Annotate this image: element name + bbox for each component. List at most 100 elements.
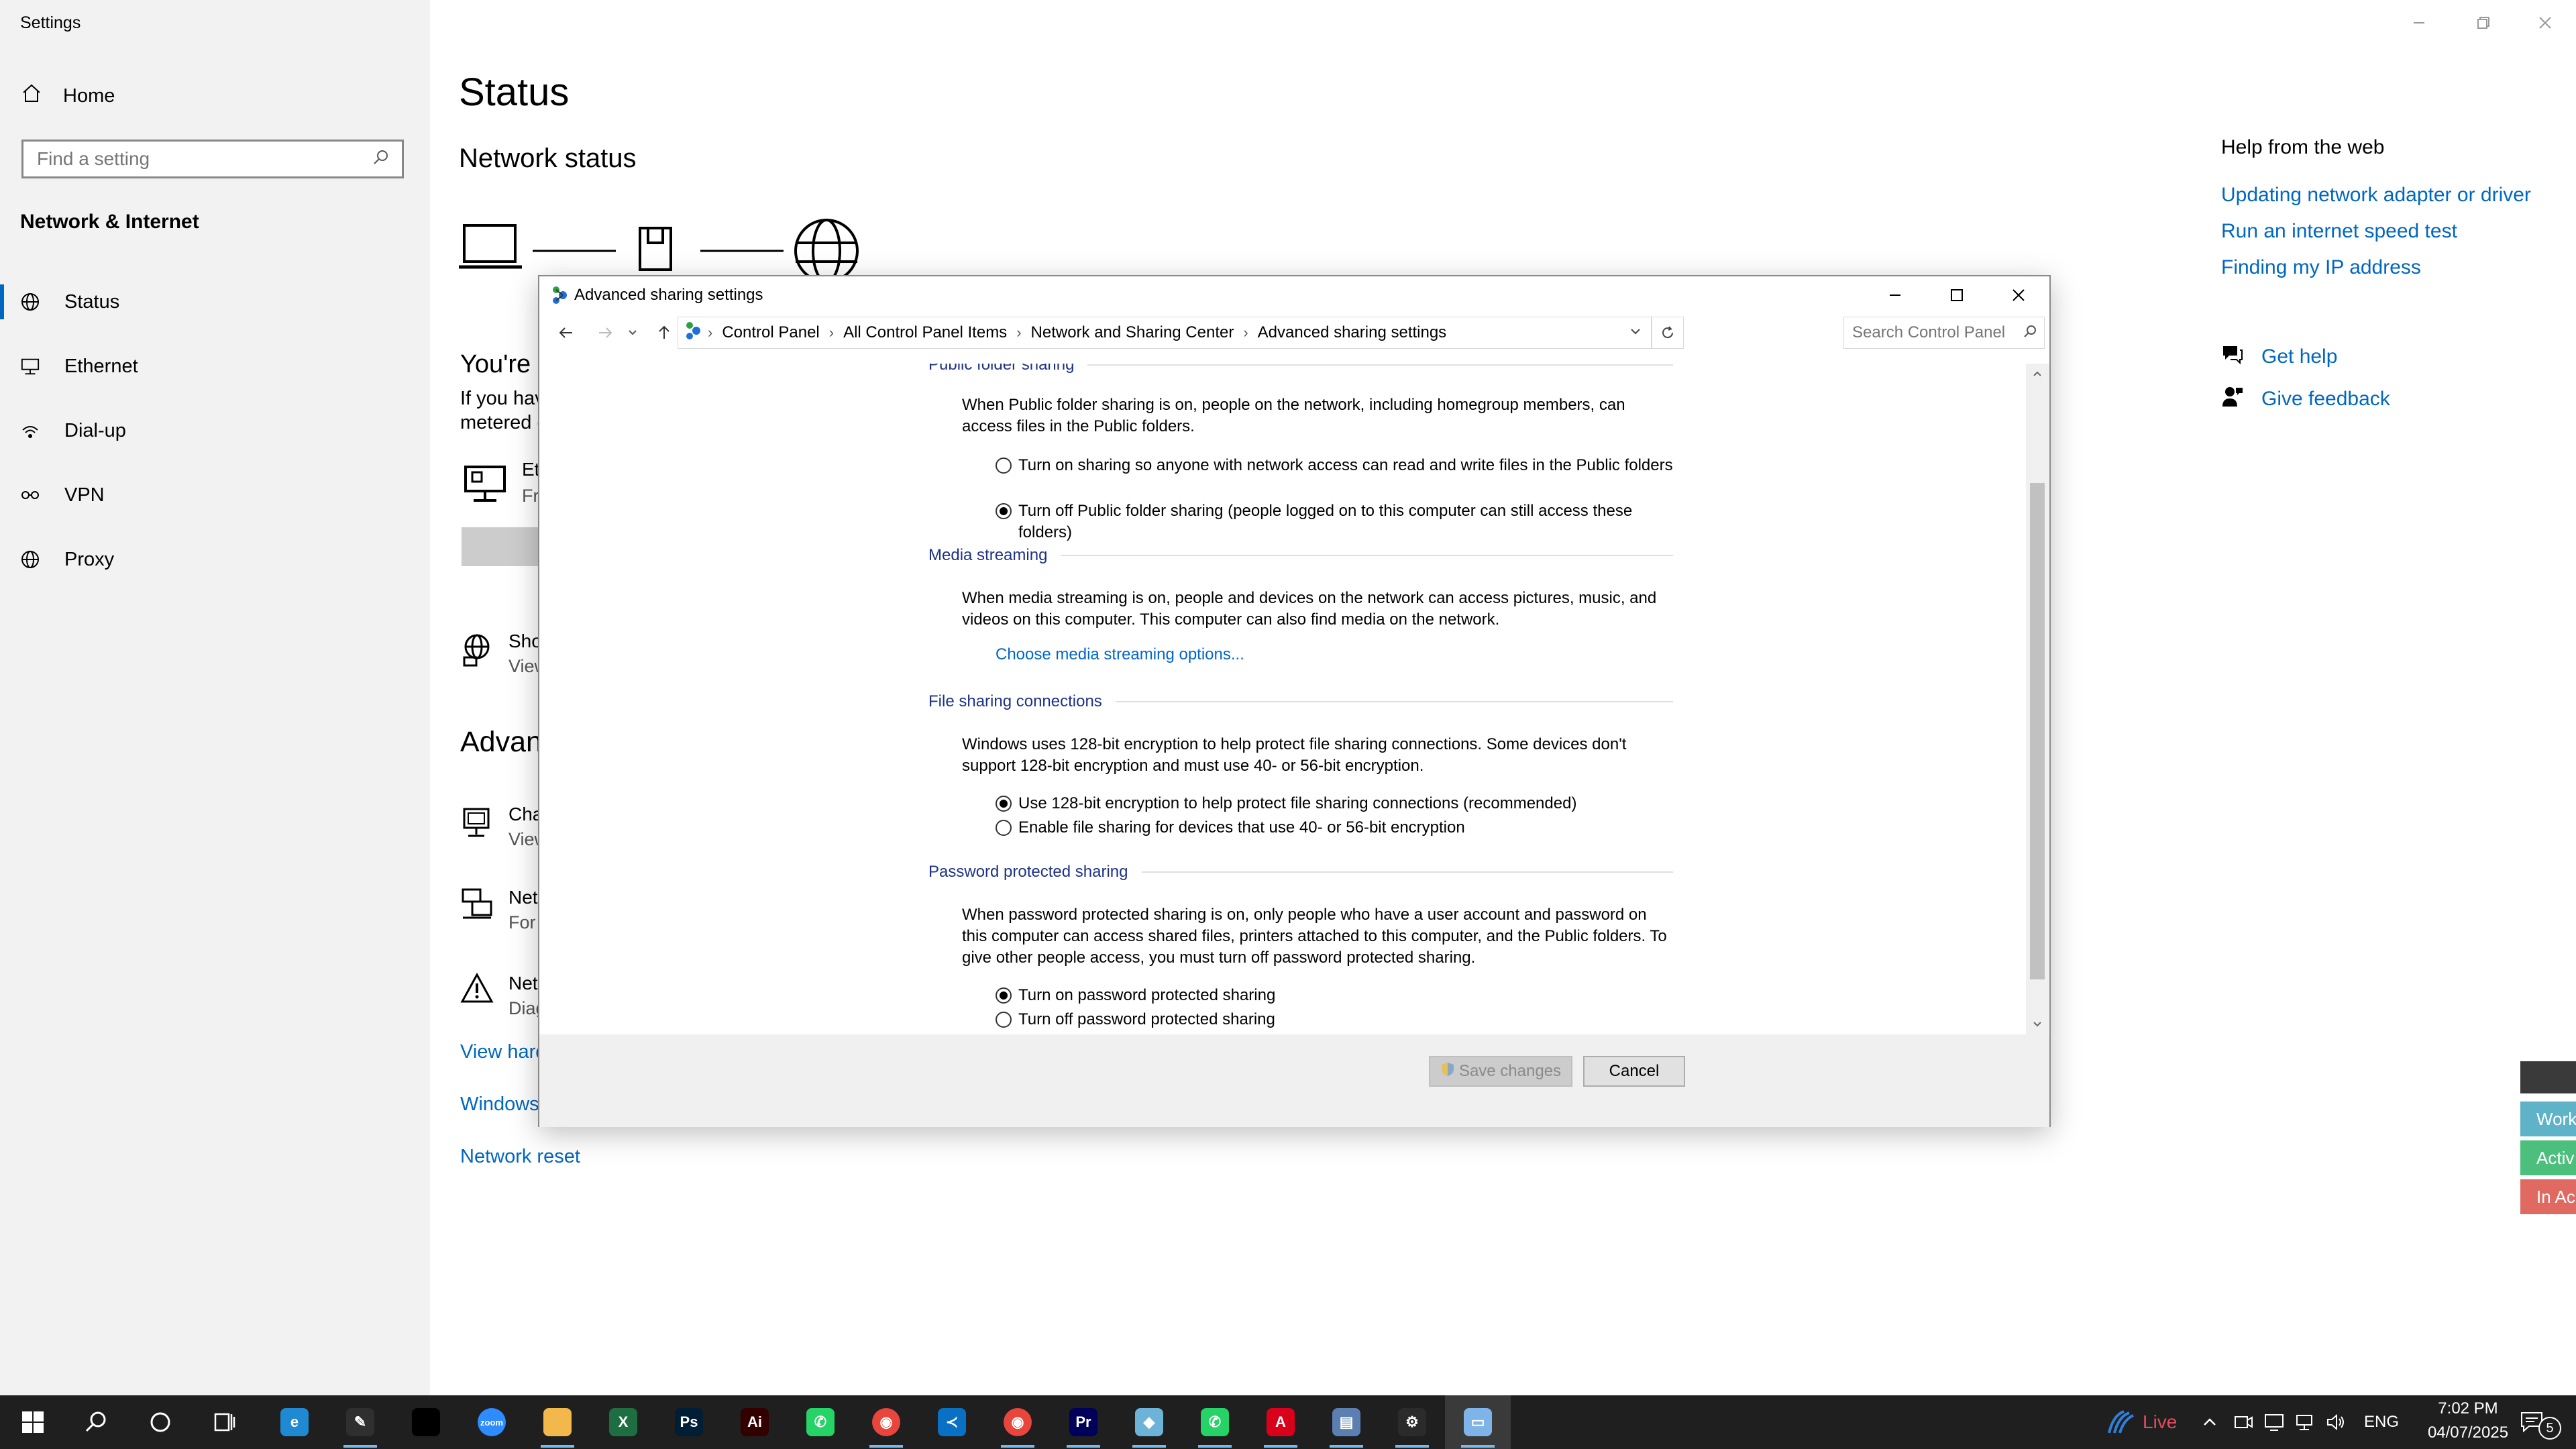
dialog-maximize-button[interactable] <box>1927 279 1987 311</box>
tray-icon-network[interactable] <box>2294 1411 2316 1436</box>
control-panel-search[interactable] <box>1843 317 2045 349</box>
chevron-right-icon: › <box>708 324 713 341</box>
language-indicator[interactable]: ENG <box>2364 1413 2399 1432</box>
address-dropdown-button[interactable] <box>1629 323 1642 342</box>
side-tab-inactive[interactable]: In Ac <box>2520 1179 2576 1214</box>
taskbar-app-pen[interactable]: ✎ <box>327 1395 393 1449</box>
dialog-minimize-button[interactable] <box>1865 279 1925 311</box>
cortana-button[interactable] <box>127 1395 193 1449</box>
control-panel-search-input[interactable] <box>1851 323 2008 343</box>
taskbar-app-control-panel[interactable]: ▭ <box>1445 1395 1511 1449</box>
show-networks-title[interactable]: Sho <box>508 631 542 652</box>
radio-button[interactable] <box>996 503 1012 519</box>
radio-128-bit[interactable]: Use 128-bit encryption to help protect f… <box>996 793 1673 814</box>
taskbar-app-explorer[interactable] <box>525 1395 590 1449</box>
tray-icon-screen[interactable] <box>2263 1411 2285 1436</box>
radio-button[interactable] <box>996 796 1012 812</box>
taskbar-app-edge[interactable]: e <box>262 1395 327 1449</box>
dialog-close-button[interactable] <box>1988 279 2049 311</box>
start-button[interactable] <box>0 1395 66 1449</box>
save-changes-button[interactable]: Save changes <box>1429 1056 1572 1087</box>
radio-button[interactable] <box>996 820 1012 836</box>
taskbar-app-vscode[interactable]: ≺ <box>919 1395 985 1449</box>
sidebar-item-vpn[interactable]: VPN <box>20 475 105 515</box>
tray-icon-meet[interactable] <box>2233 1411 2254 1436</box>
restore-button[interactable] <box>2463 9 2504 36</box>
task-view-button[interactable] <box>192 1395 258 1449</box>
action-center-button[interactable]: 5 <box>2520 1410 2561 1440</box>
search-button[interactable] <box>63 1395 129 1449</box>
properties-button[interactable] <box>462 527 538 566</box>
clock-time[interactable]: 7:02 PM <box>2424 1399 2512 1418</box>
sidebar-item-ethernet[interactable]: Ethernet <box>20 346 138 386</box>
live-label: Live <box>2143 1411 2178 1432</box>
sidebar-home[interactable]: Home <box>21 83 115 109</box>
address-bar[interactable]: › Control Panel › All Control Panel Item… <box>678 317 1652 349</box>
radio-label: Turn on password protected sharing <box>1018 986 1276 1004</box>
breadcrumb-control-panel[interactable]: Control Panel <box>722 323 819 342</box>
up-button[interactable] <box>651 319 678 346</box>
forward-button[interactable] <box>592 319 619 346</box>
show-hidden-icons-button[interactable] <box>2200 1410 2219 1438</box>
find-setting-input[interactable] <box>36 148 360 170</box>
view-hardware-link[interactable]: View hard <box>460 1041 546 1063</box>
scroll-thumb[interactable] <box>2030 483 2045 979</box>
scroll-down-button[interactable] <box>2026 1014 2049 1034</box>
minimize-button[interactable] <box>2399 9 2439 36</box>
refresh-button[interactable] <box>1652 317 1684 349</box>
sidebar-item-dialup[interactable]: Dial-up <box>20 411 126 451</box>
taskbar-app-premiere[interactable]: Pr <box>1051 1395 1116 1449</box>
radio-button[interactable] <box>996 458 1012 474</box>
scroll-up-button[interactable] <box>2026 364 2049 384</box>
arrow-up-icon <box>659 325 669 339</box>
radio-public-on[interactable]: Turn on sharing so anyone with network a… <box>996 455 1673 476</box>
clock-date[interactable]: 04/07/2025 <box>2418 1424 2518 1442</box>
radio-40-56-bit[interactable]: Enable file sharing for devices that use… <box>996 817 1673 839</box>
radio-password-off[interactable]: Turn off password protected sharing <box>996 1009 1673 1030</box>
sharing-center-title[interactable]: Net <box>508 887 538 908</box>
help-link-speed-test[interactable]: Run an internet speed test <box>2221 220 2457 243</box>
tray-icon-volume[interactable] <box>2325 1411 2347 1436</box>
windows-firewall-link[interactable]: Windows <box>460 1093 539 1116</box>
give-feedback-link[interactable]: Give feedback <box>2221 385 2390 413</box>
search-icon <box>85 1411 106 1432</box>
taskbar-app-whatsapp-green[interactable]: ✆ <box>788 1395 853 1449</box>
taskbar-app-acrobat[interactable]: A <box>1248 1395 1313 1449</box>
taskbar-app-dialog-app[interactable]: ▤ <box>1313 1395 1379 1449</box>
cancel-button[interactable]: Cancel <box>1583 1056 1685 1087</box>
recent-locations-button[interactable] <box>623 319 643 346</box>
troubleshooter-title[interactable]: Net <box>508 973 538 994</box>
help-link-ip[interactable]: Finding my IP address <box>2221 256 2421 279</box>
get-help-link[interactable]: Get help <box>2221 343 2337 370</box>
taskbar-app-chrome[interactable]: ◉ <box>853 1395 919 1449</box>
radio-button[interactable] <box>996 1012 1012 1028</box>
breadcrumb-sharing-center[interactable]: Network and Sharing Center <box>1031 323 1234 342</box>
side-tab-work[interactable]: Work <box>2520 1102 2576 1136</box>
radio-button[interactable] <box>996 987 1012 1004</box>
sidebar-item-proxy[interactable]: Proxy <box>20 539 114 580</box>
dialog-titlebar[interactable]: Advanced sharing settings <box>539 276 2049 314</box>
close-button[interactable] <box>2525 9 2565 36</box>
live-weather-widget[interactable]: Live <box>2104 1395 2177 1449</box>
media-streaming-options-link[interactable]: Choose media streaming options... <box>996 645 1244 664</box>
taskbar-app-photoshop[interactable]: Ps <box>656 1395 722 1449</box>
vertical-scrollbar[interactable] <box>2026 364 2049 1034</box>
taskbar-app-terminal[interactable] <box>393 1395 459 1449</box>
taskbar-app-zoom[interactable]: zoom <box>459 1395 525 1449</box>
breadcrumb-advanced[interactable]: Advanced sharing settings <box>1258 323 1447 342</box>
taskbar-app-network-app[interactable]: ◆ <box>1116 1395 1182 1449</box>
breadcrumb-all-items[interactable]: All Control Panel Items <box>843 323 1007 342</box>
taskbar-app-illustrator[interactable]: Ai <box>722 1395 788 1449</box>
back-button[interactable] <box>553 319 580 346</box>
taskbar-app-settings[interactable]: ⚙ <box>1379 1395 1445 1449</box>
side-tab-active[interactable]: Activ <box>2520 1140 2576 1175</box>
radio-public-off[interactable]: Turn off Public folder sharing (people l… <box>996 500 1673 543</box>
sidebar-item-status[interactable]: Status <box>20 282 119 322</box>
find-setting-field[interactable] <box>21 140 404 178</box>
taskbar-app-whatsapp-green-2[interactable]: ✆ <box>1182 1395 1248 1449</box>
taskbar-app-excel[interactable]: X <box>590 1395 656 1449</box>
radio-password-on[interactable]: Turn on password protected sharing <box>996 985 1673 1006</box>
help-link-adapter[interactable]: Updating network adapter or driver <box>2221 184 2531 207</box>
network-reset-link[interactable]: Network reset <box>460 1146 580 1168</box>
taskbar-app-chrome-2[interactable]: ◉ <box>985 1395 1051 1449</box>
